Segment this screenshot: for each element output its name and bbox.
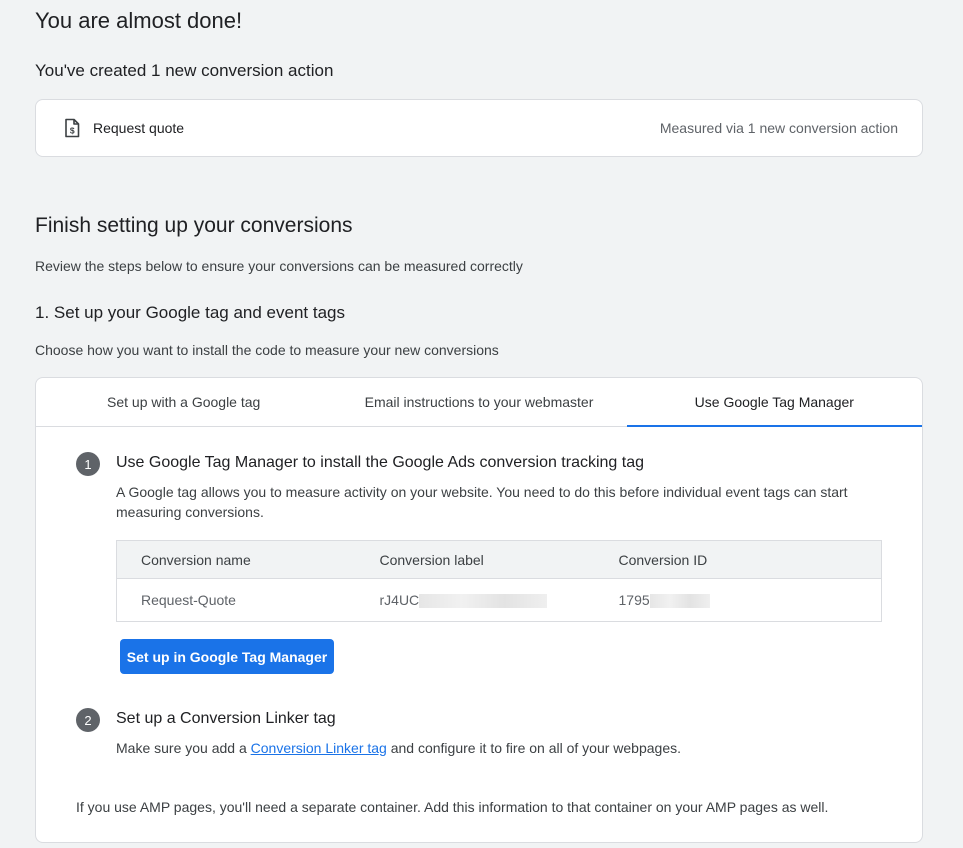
svg-text:$: $ — [70, 125, 75, 135]
finish-setup-description: Review the steps below to ensure your co… — [35, 258, 523, 274]
table-header-row: Conversion name Conversion label Convers… — [116, 540, 882, 579]
conversion-linker-tag-link[interactable]: Conversion Linker tag — [251, 740, 387, 756]
amp-pages-note: If you use AMP pages, you'll need a sepa… — [76, 799, 829, 815]
measured-via-text: Measured via 1 new conversion action — [659, 120, 898, 136]
receipt-icon: $ — [63, 118, 81, 138]
step-description: A Google tag allows you to measure activ… — [116, 484, 848, 520]
conversion-details-table: Conversion name Conversion label Convers… — [116, 540, 882, 622]
redacted-blur — [649, 594, 710, 609]
created-subtitle: You've created 1 new conversion action — [35, 61, 334, 80]
column-header-conversion-name: Conversion name — [116, 540, 356, 579]
conversion-name-cell: Request-Quote — [141, 592, 236, 608]
redacted-blur — [419, 594, 548, 609]
column-header-conversion-label: Conversion label — [355, 540, 595, 579]
install-tabs: Set up with a Google tag Email instructi… — [36, 378, 922, 427]
step-number-badge: 1 — [76, 452, 100, 476]
step-description: Make sure you add a Conversion Linker ta… — [116, 738, 681, 758]
column-header-conversion-id: Conversion ID — [594, 540, 882, 579]
step-desc-text: and configure it to fire on all of your … — [386, 740, 682, 756]
conversion-label-cell[interactable]: rJ4UC — [356, 579, 595, 622]
tab-google-tag[interactable]: Set up with a Google tag — [36, 378, 331, 426]
step-title: Use Google Tag Manager to install the Go… — [116, 454, 645, 471]
step-desc-text: Make sure you add a — [116, 740, 251, 756]
step-title: Set up a Conversion Linker tag — [116, 710, 336, 727]
tab-google-tag-manager[interactable]: Use Google Tag Manager — [626, 378, 922, 427]
setup-in-gtm-button[interactable]: Set up in Google Tag Manager — [120, 639, 334, 674]
conversion-id-value: 1795 — [618, 591, 650, 608]
conversion-summary-card: $ Request quote Measured via 1 new conve… — [35, 99, 923, 157]
table-row: Request-Quote rJ4UC 1795 — [117, 579, 882, 622]
conversion-label-value: rJ4UC — [379, 591, 420, 608]
install-options-card: Set up with a Google tag Email instructi… — [35, 377, 923, 843]
conversion-id-cell[interactable]: 1795 — [595, 579, 882, 622]
page: You are almost done! You've created 1 ne… — [0, 0, 963, 848]
step1-heading: 1. Set up your Google tag and event tags — [35, 303, 345, 322]
finish-setup-heading: Finish setting up your conversions — [35, 214, 353, 237]
step-number-badge: 2 — [76, 708, 100, 732]
conversion-action-name: Request quote — [93, 120, 185, 136]
tab-email-webmaster[interactable]: Email instructions to your webmaster — [331, 378, 626, 426]
page-title: You are almost done! — [35, 8, 243, 33]
install-choice-description: Choose how you want to install the code … — [35, 342, 499, 358]
